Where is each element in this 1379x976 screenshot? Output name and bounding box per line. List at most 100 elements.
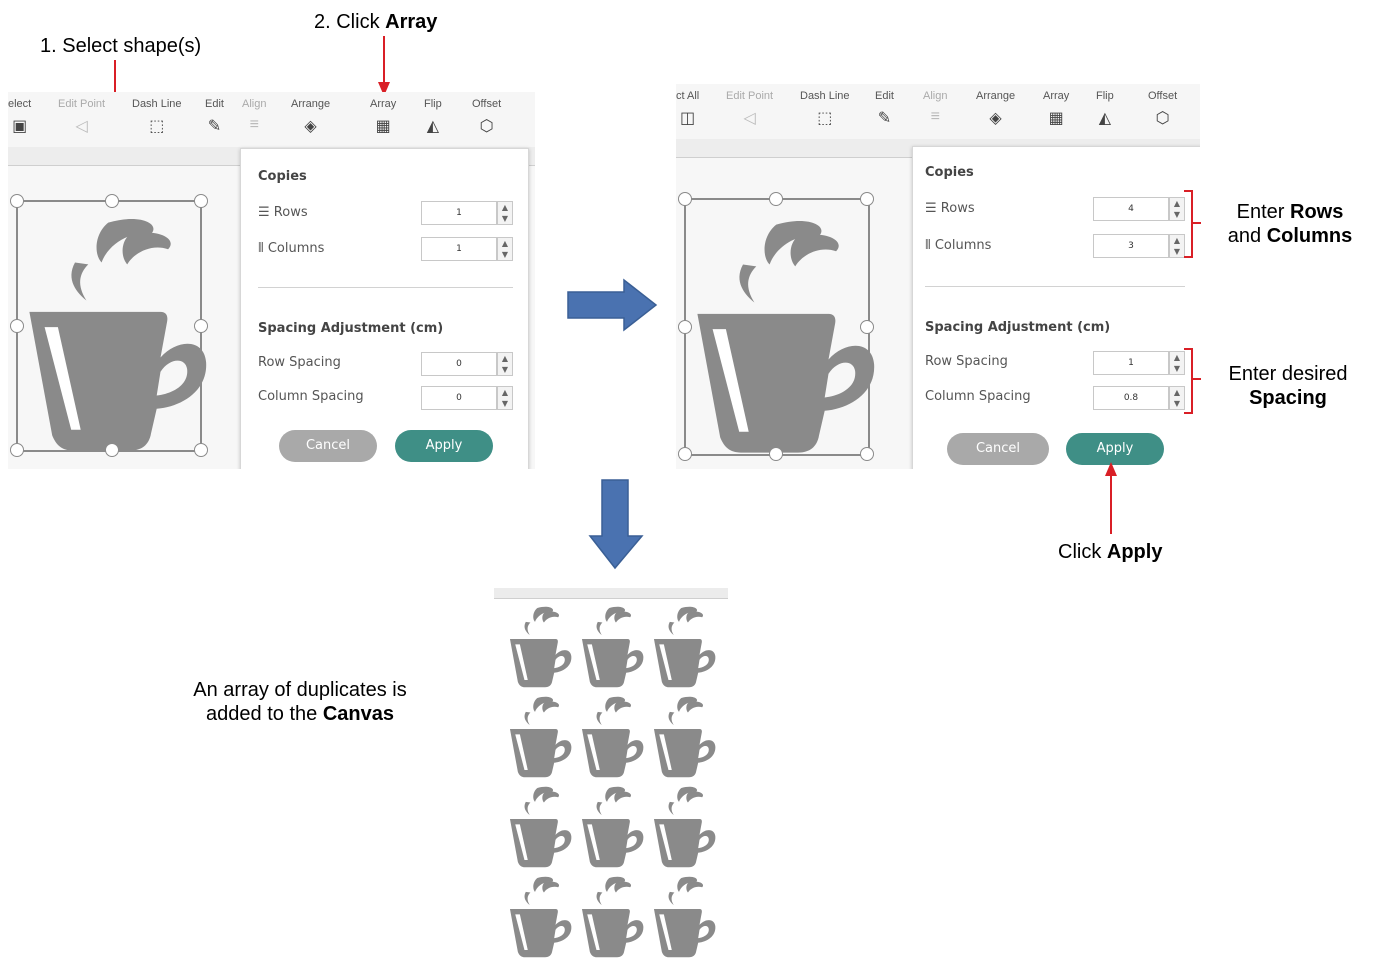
copies-heading: Copies	[925, 165, 974, 180]
columns-icon: ⦀	[258, 241, 268, 256]
arrange-icon: ◈	[989, 110, 1002, 127]
flow-arrow-down-icon	[588, 479, 644, 570]
left-tb-edit[interactable]: Edit ✎	[205, 98, 224, 136]
array-icon: ▦	[375, 118, 391, 135]
right-handle[interactable]	[769, 192, 783, 206]
step1-callout: 1. Select shape(s)	[40, 34, 201, 58]
rows-columns-bracket	[1184, 190, 1193, 258]
rows-icon: ☰	[258, 205, 274, 220]
right-tb-offset[interactable]: Offset ⬡	[1148, 90, 1177, 128]
right-tb-select-all[interactable]: ct All ◫	[676, 90, 699, 128]
columns-label: ⦀ Columns	[258, 241, 325, 256]
step2-text: 2. Click	[314, 11, 386, 33]
left-handle[interactable]	[194, 443, 208, 457]
left-handle[interactable]	[10, 194, 24, 208]
right-handle[interactable]	[769, 447, 783, 461]
column-spacing-input[interactable]: 0.8	[1093, 386, 1169, 410]
rows-stepper[interactable]: ▲ ▼	[497, 201, 513, 225]
left-tb-offset[interactable]: Offset ⬡	[472, 98, 501, 136]
result-canvas	[494, 588, 728, 976]
cup-copy[interactable]	[506, 602, 572, 688]
rows-callout-line1: Enter Rows	[1236, 201, 1344, 223]
dash-line-icon: ⬚	[149, 118, 165, 135]
row-spacing-label: Row Spacing	[925, 354, 1008, 369]
right-tb-arrange[interactable]: Arrange ◈	[976, 90, 1015, 128]
cup-copy[interactable]	[506, 692, 572, 778]
apply-button[interactable]: Apply	[395, 430, 493, 462]
left-toolbar: elect ▣ Edit Point ◁ Dash Line ⬚ Edit ✎ Alig…	[8, 92, 535, 148]
step2-bold-text: Array	[385, 11, 438, 33]
cup-copy[interactable]	[506, 872, 572, 958]
right-tb-edit[interactable]: Edit ✎	[875, 90, 894, 128]
rows-label: ☰ Rows	[925, 201, 975, 216]
cup-copy[interactable]	[578, 602, 644, 688]
left-handle[interactable]	[10, 319, 24, 333]
right-tb-align[interactable]: Align ≡	[923, 90, 947, 126]
offset-icon: ⬡	[1155, 110, 1170, 127]
right-tb-array[interactable]: Array ▦	[1043, 90, 1069, 128]
select-all-icon: ◫	[680, 110, 696, 127]
columns-stepper[interactable]: ▲ ▼	[1169, 234, 1185, 258]
rows-callout-line2: and Columns	[1227, 225, 1353, 247]
left-tb-edit-point[interactable]: Edit Point ◁	[58, 98, 105, 136]
cup-copy[interactable]	[578, 872, 644, 958]
columns-input[interactable]: 1	[421, 237, 497, 261]
columns-icon: ⦀	[925, 238, 935, 253]
columns-label: ⦀ Columns	[925, 238, 992, 253]
left-handle[interactable]	[105, 194, 119, 208]
row-spacing-stepper[interactable]: ▲ ▼	[1169, 351, 1185, 375]
right-handle[interactable]	[860, 320, 874, 334]
row-spacing-input[interactable]: 0	[421, 352, 497, 376]
left-tb-arrange[interactable]: Arrange ◈	[291, 98, 330, 136]
rows-columns-callout: Enter Rows and Columns	[1210, 200, 1370, 248]
right-handle[interactable]	[860, 447, 874, 461]
right-handle[interactable]	[678, 192, 692, 206]
left-tb-array[interactable]: Array ▦	[370, 98, 396, 136]
cup-copy[interactable]	[578, 692, 644, 778]
left-handle[interactable]	[194, 319, 208, 333]
left-tb-align[interactable]: Align ≡	[242, 98, 266, 134]
left-handle[interactable]	[194, 194, 208, 208]
spacing-heading: Spacing Adjustment (cm)	[258, 321, 444, 336]
row-spacing-input[interactable]: 1	[1093, 351, 1169, 375]
left-tb-select[interactable]: elect ▣	[8, 98, 31, 136]
column-spacing-stepper[interactable]: ▲ ▼	[1169, 386, 1185, 410]
left-handle[interactable]	[10, 443, 24, 457]
spacing-tick	[1193, 378, 1201, 380]
cup-copy[interactable]	[650, 602, 716, 688]
rows-stepper[interactable]: ▲ ▼	[1169, 197, 1185, 221]
cup-copy[interactable]	[650, 692, 716, 778]
cup-copy[interactable]	[650, 872, 716, 958]
row-spacing-stepper[interactable]: ▲ ▼	[497, 352, 513, 376]
cup-copy[interactable]	[506, 782, 572, 868]
right-tb-flip[interactable]: Flip ◭	[1096, 90, 1114, 128]
cancel-button[interactable]: Cancel	[279, 430, 377, 462]
rows-input[interactable]: 4	[1093, 197, 1169, 221]
right-tb-edit-point[interactable]: Edit Point ◁	[726, 90, 773, 128]
spacing-bracket	[1184, 348, 1193, 414]
rows-input[interactable]: 1	[421, 201, 497, 225]
left-array-dialog: Copies ☰ Rows 1 ▲ ▼ ⦀ Columns 1 ▲ ▼ Spacin…	[240, 148, 529, 469]
column-spacing-input[interactable]: 0	[421, 386, 497, 410]
array-icon: ▦	[1048, 110, 1064, 127]
column-spacing-stepper[interactable]: ▲ ▼	[497, 386, 513, 410]
left-handle[interactable]	[105, 443, 119, 457]
step2-callout: 2. Click Array	[314, 10, 437, 34]
cancel-button[interactable]: Cancel	[947, 433, 1049, 465]
cup-copy[interactable]	[650, 782, 716, 868]
left-tb-flip[interactable]: Flip ◭	[424, 98, 442, 136]
apply-button[interactable]: Apply	[1066, 433, 1164, 465]
right-handle[interactable]	[860, 192, 874, 206]
edit-point-icon: ◁	[743, 110, 756, 127]
right-handle[interactable]	[678, 320, 692, 334]
edit-icon: ✎	[207, 118, 222, 135]
cup-copy[interactable]	[578, 782, 644, 868]
result-ruler	[494, 588, 728, 599]
spacing-callout-line2: Spacing	[1249, 387, 1327, 409]
columns-input[interactable]: 3	[1093, 234, 1169, 258]
columns-stepper[interactable]: ▲ ▼	[497, 237, 513, 261]
right-handle[interactable]	[678, 447, 692, 461]
left-tb-dash-line[interactable]: Dash Line ⬚	[132, 98, 182, 136]
right-tb-dash-line[interactable]: Dash Line ⬚	[800, 90, 850, 128]
dialog-divider	[258, 287, 513, 288]
